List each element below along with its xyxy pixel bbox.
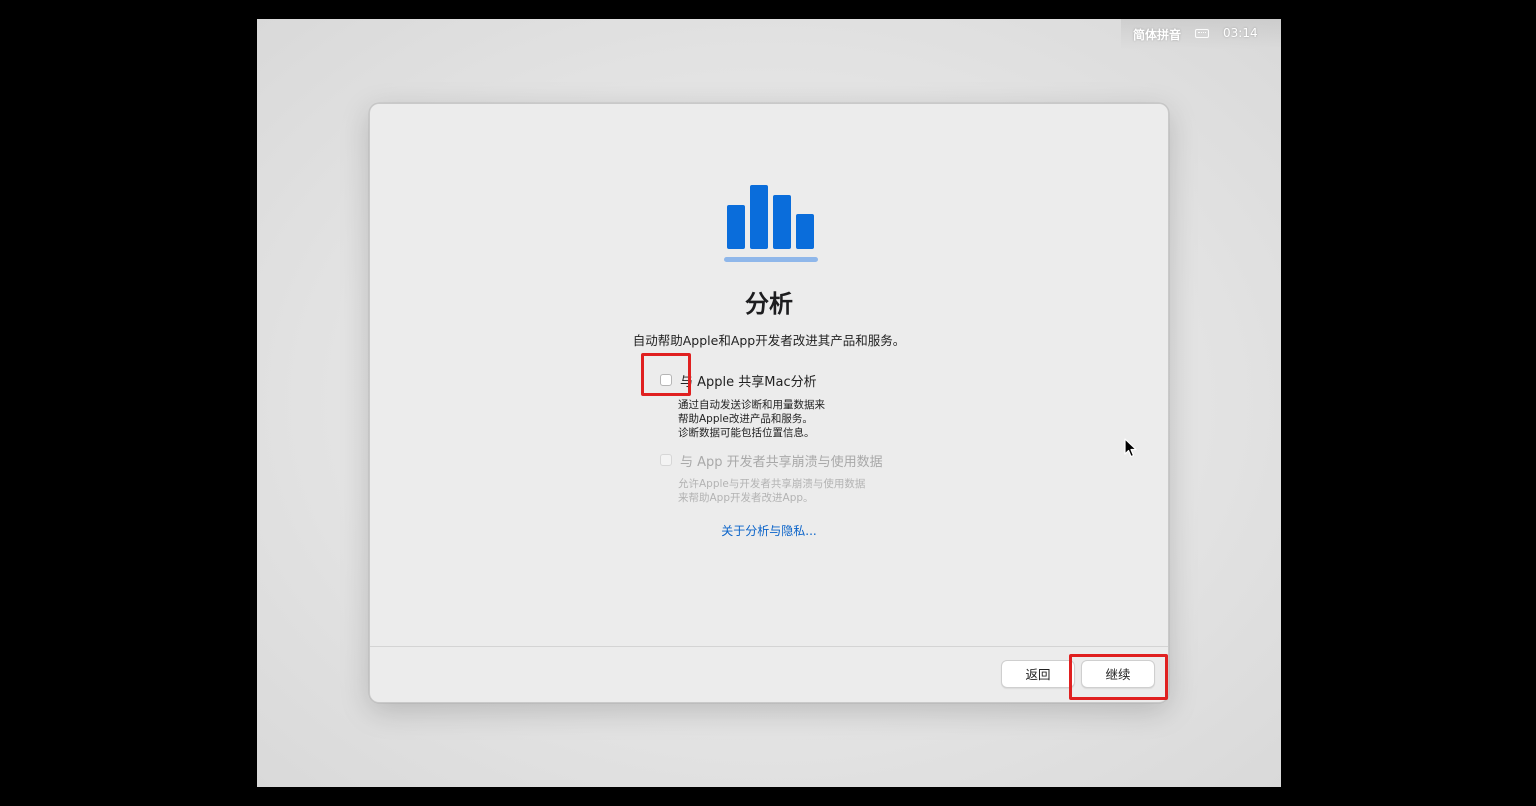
share-mac-analytics-label[interactable]: 与 Apple 共享Mac分析	[680, 371, 817, 390]
dialog-subtitle: 自动帮助Apple和App开发者改进其产品和服务。	[632, 333, 906, 348]
share-developer-data-description: 允许Apple与开发者共享崩溃与使用数据 来帮助App开发者改进App。	[678, 477, 865, 505]
analytics-bars-icon	[724, 185, 818, 262]
share-mac-analytics-description: 通过自动发送诊断和用量数据来 帮助Apple改进产品和服务。 诊断数据可能包括位…	[678, 398, 825, 440]
description-line: 诊断数据可能包括位置信息。	[678, 427, 815, 439]
footer-divider	[370, 646, 1168, 647]
description-line: 通过自动发送诊断和用量数据来	[678, 399, 825, 411]
share-mac-analytics-checkbox[interactable]	[660, 374, 672, 386]
mouse-pointer-icon	[1124, 438, 1137, 458]
description-line: 允许Apple与开发者共享崩溃与使用数据	[678, 478, 866, 490]
share-developer-data-label: 与 App 开发者共享崩溃与使用数据	[680, 455, 883, 470]
analytics-dialog: 分析 自动帮助Apple和App开发者改进其产品和服务。 与 Apple 共享M…	[369, 103, 1169, 703]
analytics-privacy-link[interactable]: 关于分析与隐私...	[370, 522, 1168, 539]
keyboard-icon[interactable]	[1195, 29, 1209, 38]
menubar-clock: 03:14	[1223, 26, 1258, 40]
dialog-title: 分析	[745, 290, 793, 318]
continue-button[interactable]: 继续	[1081, 660, 1155, 688]
input-method-menu[interactable]: 简体拼音	[1133, 26, 1181, 43]
description-line: 来帮助App开发者改进App。	[678, 492, 814, 504]
setup-assistant-screen: 简体拼音 03:14 分析 自动帮助Apple和App开发者改进其产品和服务。 …	[257, 19, 1281, 787]
back-button[interactable]: 返回	[1001, 660, 1075, 688]
share-developer-data-checkbox	[660, 454, 672, 466]
description-line: 帮助Apple改进产品和服务。	[678, 413, 813, 425]
